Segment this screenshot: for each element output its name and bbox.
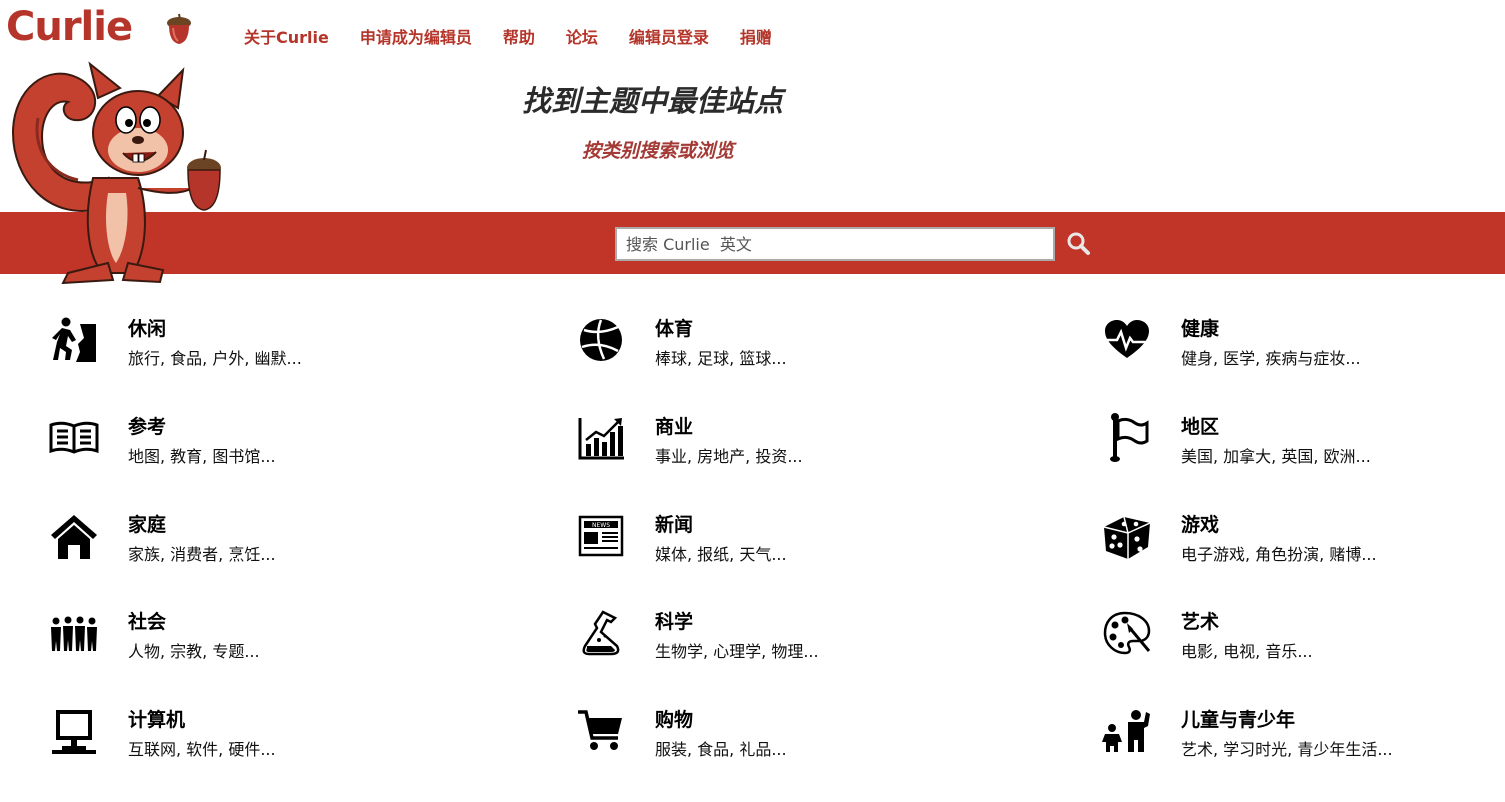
category-home[interactable]: 家庭 家族, 消费者, 烹饪...	[48, 510, 468, 590]
category-subs[interactable]: 事业, 房地产, 投资...	[655, 443, 803, 467]
acorn-icon	[167, 13, 191, 44]
category-subs[interactable]: 电子游戏, 角色扮演, 赌博...	[1181, 541, 1377, 565]
nav-donate[interactable]: 捐赠	[740, 24, 772, 48]
house-icon	[48, 510, 100, 562]
palette-icon	[1101, 607, 1153, 659]
category-subs[interactable]: 服装, 食品, 礼品...	[655, 736, 787, 760]
dice-icon	[1101, 510, 1153, 562]
category-society[interactable]: 社会 人物, 宗教, 专题...	[48, 607, 468, 687]
category-name[interactable]: 游戏	[1181, 510, 1219, 537]
computer-icon	[48, 705, 100, 757]
category-name[interactable]: 休闲	[128, 314, 166, 341]
squirrel-mascot-icon	[11, 61, 221, 284]
category-subs[interactable]: 艺术, 学习时光, 青少年生活...	[1181, 736, 1393, 760]
category-subs[interactable]: 棒球, 足球, 篮球...	[655, 345, 787, 369]
curlie-logo[interactable]: Curlie	[6, 4, 133, 50]
category-news[interactable]: NEWS 新闻 媒体, 报纸, 天气...	[575, 510, 995, 590]
top-nav: 关于Curlie 申请成为编辑员 帮助 论坛 编辑员登录 捐赠	[244, 24, 803, 48]
shopping-cart-icon	[575, 705, 627, 757]
category-kids-teens[interactable]: 儿童与青少年 艺术, 学习时光, 青少年生活...	[1101, 705, 1505, 785]
bar-chart-icon	[575, 412, 627, 464]
category-arts[interactable]: 艺术 电影, 电视, 音乐...	[1101, 607, 1505, 687]
category-computers[interactable]: 计算机 互联网, 软件, 硬件...	[48, 705, 468, 785]
category-subs[interactable]: 人物, 宗教, 专题...	[128, 638, 260, 662]
hero-title: 找到主题中最佳站点	[522, 84, 784, 118]
nav-about[interactable]: 关于Curlie	[244, 24, 329, 48]
svg-text:NEWS: NEWS	[592, 522, 610, 529]
category-name[interactable]: 艺术	[1181, 607, 1219, 634]
search-icon	[1067, 232, 1090, 255]
category-subs[interactable]: 家族, 消费者, 烹饪...	[128, 541, 276, 565]
category-subs[interactable]: 生物学, 心理学, 物理...	[655, 638, 819, 662]
category-subs[interactable]: 互联网, 软件, 硬件...	[128, 736, 276, 760]
nav-forum[interactable]: 论坛	[566, 24, 598, 48]
category-health[interactable]: 健康 健身, 医学, 疾病与症妆...	[1101, 314, 1505, 394]
category-subs[interactable]: 旅行, 食品, 户外, 幽默...	[128, 345, 302, 369]
category-reference[interactable]: 参考 地图, 教育, 图书馆...	[48, 412, 468, 492]
category-subs[interactable]: 地图, 教育, 图书馆...	[128, 443, 276, 467]
category-regional[interactable]: 地区 美国, 加拿大, 英国, 欧洲...	[1101, 412, 1505, 492]
category-name[interactable]: 儿童与青少年	[1181, 705, 1295, 732]
search-input[interactable]	[615, 227, 1055, 261]
category-shopping[interactable]: 购物 服装, 食品, 礼品...	[575, 705, 995, 785]
search-button[interactable]	[1064, 231, 1094, 259]
category-name[interactable]: 商业	[655, 412, 693, 439]
category-leisure[interactable]: 休闲 旅行, 食品, 户外, 幽默...	[48, 314, 468, 394]
category-name[interactable]: 科学	[655, 607, 693, 634]
category-subs[interactable]: 健身, 医学, 疾病与症妆...	[1181, 345, 1361, 369]
open-book-icon	[48, 412, 100, 464]
category-name[interactable]: 参考	[128, 412, 166, 439]
newspaper-icon: NEWS	[575, 510, 627, 562]
category-name[interactable]: 新闻	[655, 510, 693, 537]
category-name[interactable]: 地区	[1181, 412, 1219, 439]
nav-help[interactable]: 帮助	[503, 24, 535, 48]
category-subs[interactable]: 电影, 电视, 音乐...	[1181, 638, 1313, 662]
nav-editor-login[interactable]: 编辑员登录	[629, 24, 709, 48]
flask-icon	[575, 607, 627, 659]
nav-become-editor[interactable]: 申请成为编辑员	[360, 24, 472, 48]
category-subs[interactable]: 美国, 加拿大, 英国, 欧洲...	[1181, 443, 1371, 467]
category-business[interactable]: 商业 事业, 房地产, 投资...	[575, 412, 995, 492]
volleyball-icon	[575, 314, 627, 366]
category-name[interactable]: 计算机	[128, 705, 185, 732]
category-name[interactable]: 购物	[655, 705, 693, 732]
category-games[interactable]: 游戏 电子游戏, 角色扮演, 赌博...	[1101, 510, 1505, 590]
flag-icon	[1101, 412, 1153, 464]
category-science[interactable]: 科学 生物学, 心理学, 物理...	[575, 607, 995, 687]
category-sports[interactable]: 体育 棒球, 足球, 篮球...	[575, 314, 995, 394]
hero-subtitle: 按类别搜索或浏览	[582, 140, 735, 162]
heartbeat-icon	[1101, 314, 1153, 366]
category-name[interactable]: 体育	[655, 314, 693, 341]
parent-child-icon	[1101, 705, 1153, 757]
climber-icon	[48, 314, 100, 366]
category-subs[interactable]: 媒体, 报纸, 天气...	[655, 541, 787, 565]
people-group-icon	[48, 607, 100, 659]
category-name[interactable]: 家庭	[128, 510, 166, 537]
category-name[interactable]: 社会	[128, 607, 166, 634]
category-name[interactable]: 健康	[1181, 314, 1219, 341]
